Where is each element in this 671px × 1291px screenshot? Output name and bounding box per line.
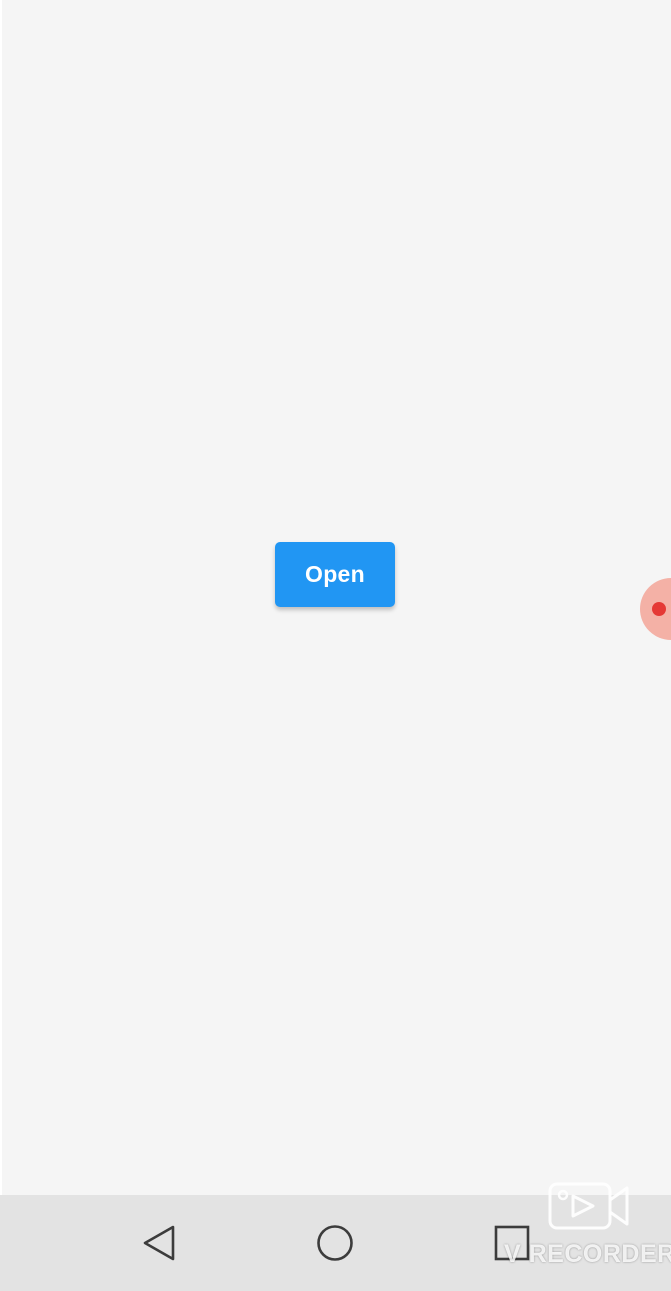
screen-edge <box>0 0 2 1195</box>
home-circle-icon <box>317 1225 353 1261</box>
open-button[interactable]: Open <box>275 542 395 607</box>
app-screen: Open V RECORDER <box>0 0 671 1291</box>
recorder-watermark-text: V RECORDER <box>504 1240 671 1268</box>
record-dot-icon <box>652 602 666 616</box>
back-triangle-icon <box>143 1225 175 1261</box>
home-button[interactable] <box>290 1195 380 1291</box>
back-button[interactable] <box>114 1195 204 1291</box>
recorder-floating-bubble[interactable] <box>640 578 671 640</box>
